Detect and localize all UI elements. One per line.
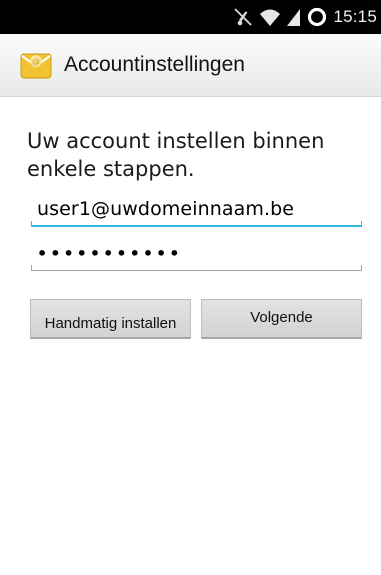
email-app-icon[interactable]: @ <box>20 50 52 80</box>
sync-icon <box>308 7 327 27</box>
mute-icon <box>234 8 253 26</box>
status-bar: 15:15 <box>0 0 381 34</box>
setup-headline: Uw account instellen binnen enkele stapp… <box>27 129 325 181</box>
signal-icon <box>287 9 301 26</box>
next-button[interactable]: Volgende <box>201 299 362 339</box>
email-field-underline <box>31 221 362 227</box>
status-icons: 15:15 <box>233 0 381 34</box>
svg-text:@: @ <box>32 57 40 66</box>
manual-setup-button[interactable]: Handmatig installen <box>30 299 191 339</box>
wifi-icon <box>260 9 281 26</box>
password-field-underline <box>31 265 362 271</box>
page-title: Accountinstellingen <box>64 53 245 76</box>
action-bar: @ Accountinstellingen <box>0 34 381 97</box>
status-time: 15:15 <box>333 7 377 26</box>
